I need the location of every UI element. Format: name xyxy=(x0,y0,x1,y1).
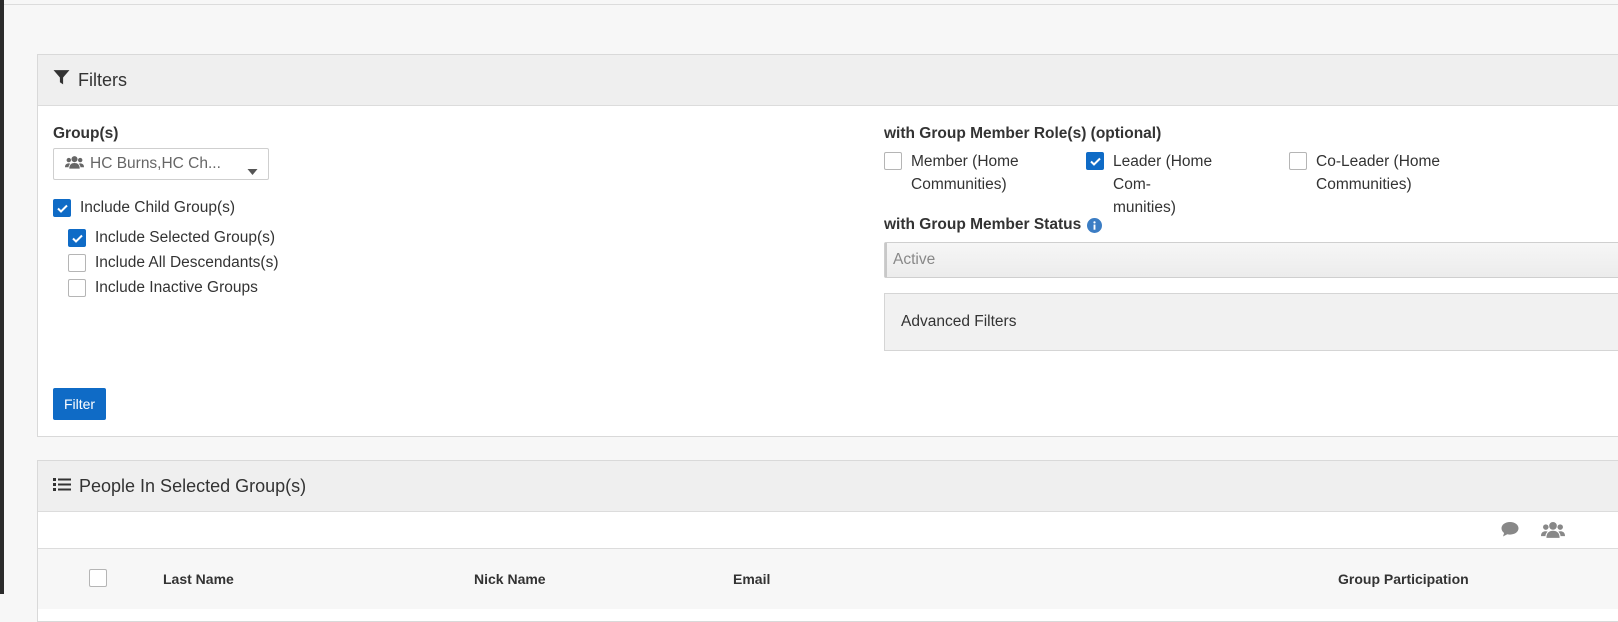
role-leader-label: Leader (Home Com-munities) xyxy=(1113,153,1213,216)
include-all-descendants-option[interactable]: Include All Descendants(s) xyxy=(68,254,279,272)
role-option-member[interactable]: Member (Home Communities) xyxy=(884,150,1051,196)
column-last-name[interactable]: Last Name xyxy=(163,571,234,587)
filters-title: Filters xyxy=(78,69,127,90)
role-member-label: Member (Home Communities) xyxy=(911,153,1019,193)
check-icon xyxy=(56,204,68,213)
include-selected-groups-option[interactable]: Include Selected Group(s) xyxy=(68,229,275,247)
grid-header: Last Name Nick Name Email Group Particip… xyxy=(38,549,1618,609)
include-child-groups-checkbox[interactable] xyxy=(53,199,71,217)
users-icon[interactable] xyxy=(1541,521,1565,543)
role-member-checkbox[interactable] xyxy=(884,152,902,170)
people-title: People In Selected Group(s) xyxy=(79,475,307,496)
advanced-filters-toggle[interactable]: Advanced Filters xyxy=(884,293,1618,351)
column-group-participation[interactable]: Group Participation xyxy=(1338,571,1469,587)
check-icon xyxy=(1089,157,1101,166)
people-panel-heading: People In Selected Group(s) xyxy=(38,461,1618,512)
role-co-leader-checkbox[interactable] xyxy=(1289,152,1307,170)
info-icon[interactable] xyxy=(1087,217,1103,233)
check-icon xyxy=(71,234,83,243)
include-child-groups-label: Include Child Group(s) xyxy=(80,199,236,216)
column-nick-name[interactable]: Nick Name xyxy=(474,571,546,587)
window-edge xyxy=(0,0,4,594)
users-icon xyxy=(65,155,84,174)
filters-panel: Filters Group(s) HC Burns,HC Ch... Inclu… xyxy=(37,54,1618,437)
caret-down-icon xyxy=(247,162,258,180)
include-inactive-groups-label: Include Inactive Groups xyxy=(95,279,258,296)
include-selected-groups-checkbox[interactable] xyxy=(68,229,86,247)
group-picker-value: HC Burns,HC Ch... xyxy=(90,155,221,172)
select-all-checkbox[interactable] xyxy=(89,569,107,587)
column-email[interactable]: Email xyxy=(733,571,770,587)
role-leader-checkbox[interactable] xyxy=(1086,152,1104,170)
grid-toolbar xyxy=(38,512,1618,549)
advanced-filters-label: Advanced Filters xyxy=(901,313,1017,330)
status-value: Active xyxy=(893,251,936,268)
groups-label: Group(s) xyxy=(53,125,119,142)
role-option-co-leader[interactable]: Co-Leader (Home Communities) xyxy=(1289,150,1456,196)
include-inactive-groups-checkbox[interactable] xyxy=(68,279,86,297)
include-all-descendants-label: Include All Descendants(s) xyxy=(95,254,279,271)
status-label: with Group Member Status xyxy=(884,216,1082,233)
include-child-groups-option[interactable]: Include Child Group(s) xyxy=(53,199,235,217)
status-label-row: with Group Member Status xyxy=(884,216,1103,234)
list-icon xyxy=(53,476,79,497)
group-picker[interactable]: HC Burns,HC Ch... xyxy=(53,148,269,180)
comment-icon[interactable] xyxy=(1501,521,1519,542)
top-divider xyxy=(4,4,1618,5)
role-option-leader[interactable]: Leader (Home Com-munities) xyxy=(1086,150,1253,219)
role-co-leader-label: Co-Leader (Home Communities) xyxy=(1316,153,1441,193)
roles-label: with Group Member Role(s) (optional) xyxy=(884,125,1162,142)
include-all-descendants-checkbox[interactable] xyxy=(68,254,86,272)
filter-icon xyxy=(53,69,78,91)
filter-button[interactable]: Filter xyxy=(53,388,106,420)
status-field[interactable]: Active xyxy=(884,242,1618,278)
include-inactive-groups-option[interactable]: Include Inactive Groups xyxy=(68,279,258,297)
filters-panel-heading: Filters xyxy=(38,55,1618,106)
people-panel: People In Selected Group(s) Last Name Ni… xyxy=(37,460,1618,622)
include-selected-groups-label: Include Selected Group(s) xyxy=(95,229,276,246)
